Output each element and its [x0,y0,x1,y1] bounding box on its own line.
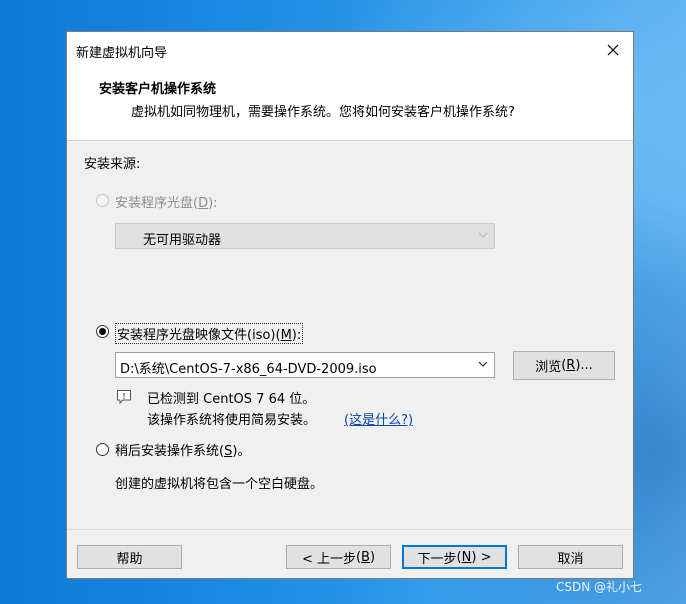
disc-drive-value: 无可用驱动器 [143,233,222,248]
footer-divider [67,529,633,530]
browse-button-mnemonic: R [566,358,576,373]
iso-radio-suffix: ): [291,328,302,343]
next-button-mnemonic: N [461,549,472,565]
browse-button-text: 浏览 [535,360,562,375]
detected-os-text: 已检测到 CentOS 7 64 位。 [147,392,316,407]
dialog-header: 新建虚拟机向导 安装客户机操作系统 虚拟机如同物理机，需要操作系统。您将如何安装… [67,32,633,141]
disc-radio-suffix: ): [208,196,218,211]
iso-radio[interactable] [96,325,109,338]
csdn-watermark: CSDN @礼小七 [556,580,643,594]
iso-radio-text: 安装程序光盘映像文件(iso) [117,328,276,343]
cancel-button[interactable]: 取消 [518,545,623,569]
back-button[interactable]: < 上一步(B) [286,545,391,569]
page-title: 安装客户机操作系统 [99,82,217,97]
page-subtitle: 虚拟机如同物理机，需要操作系统。您将如何安装客户机操作系统? [131,105,515,120]
help-button[interactable]: 帮助 [77,545,182,569]
next-button-suffix: ) > [471,549,492,565]
install-later-suffix: )。 [232,444,251,459]
disc-radio-text: 安装程序光盘 [115,196,194,211]
disc-drive-select[interactable]: 无可用驱动器 [115,223,495,249]
iso-radio-mnemonic: M [280,328,292,343]
install-source-label: 安装来源: [84,157,141,172]
next-button-text: 下一步 [417,551,457,567]
back-button-text: < 上一步 [301,551,356,567]
disc-radio[interactable] [96,194,109,207]
easy-install-text: 该操作系统将使用简易安装。 [147,413,317,428]
install-later-description: 创建的虚拟机将包含一个空白硬盘。 [115,477,324,492]
browse-button-suffix: )... [575,358,593,373]
back-button-mnemonic: B [361,549,370,565]
install-later-text: 稍后安装操作系统 [115,444,220,459]
close-icon [607,44,619,56]
disc-radio-mnemonic: D [198,196,209,211]
install-later-label: 稍后安装操作系统(S)。 [115,440,250,459]
iso-path-value: D:\系统\CentOS-7-x86_64-DVD-2009.iso [120,362,377,377]
disc-radio-label: 安装程序光盘(D): [115,192,218,211]
chevron-down-icon [478,232,488,238]
iso-path-combobox[interactable]: D:\系统\CentOS-7-x86_64-DVD-2009.iso [115,352,495,378]
what-is-this-link[interactable]: (这是什么?) [344,409,413,428]
chevron-down-icon [478,361,488,367]
next-button[interactable]: 下一步(N) > [402,545,507,569]
window-title: 新建虚拟机向导 [76,46,168,61]
browse-button[interactable]: 浏览(R)... [513,351,615,380]
new-vm-wizard-dialog: 新建虚拟机向导 安装客户机操作系统 虚拟机如同物理机，需要操作系统。您将如何安装… [66,31,634,579]
info-comment-icon [117,390,131,405]
iso-radio-label: 安装程序光盘映像文件(iso)(M): [115,323,304,344]
close-button[interactable] [597,38,629,62]
back-button-suffix: ) [369,549,376,565]
install-later-radio[interactable] [96,443,109,456]
